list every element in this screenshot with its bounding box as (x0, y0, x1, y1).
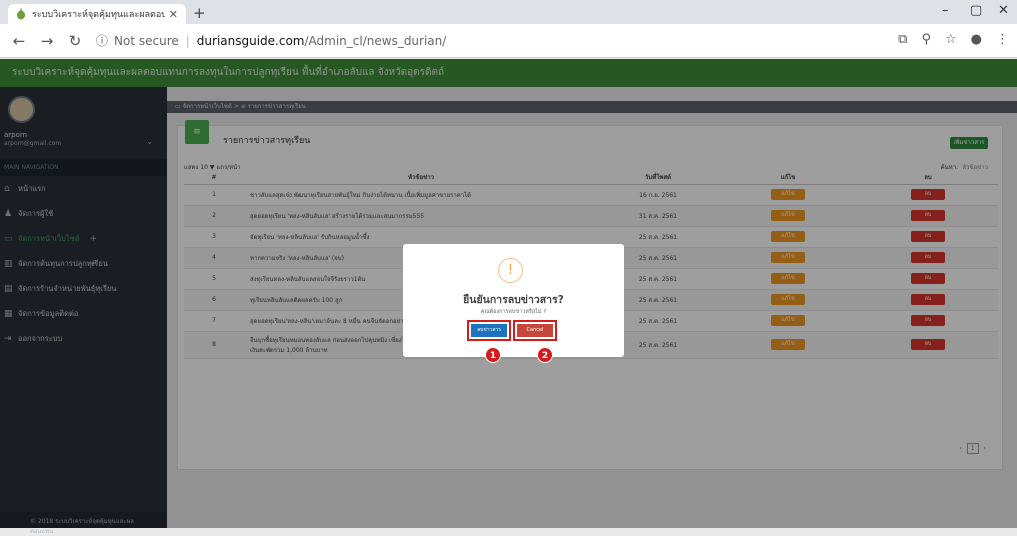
dialog-title: ยืนยันการลบข่าวสาร? (463, 294, 564, 306)
translate-icon[interactable]: ⧉ (898, 32, 907, 47)
new-tab-button[interactable]: + (193, 4, 206, 22)
window-close-button[interactable]: ✕ (998, 3, 1009, 18)
confirm-delete-button[interactable]: ลบข่าวสาร (467, 320, 511, 341)
tab-close-icon[interactable]: ✕ (169, 8, 178, 21)
profile-avatar-icon[interactable]: ● (971, 32, 982, 47)
tab-title: ระบบวิเคราะห์จุดคุ้มทุนและผลตอบแทน (32, 10, 165, 20)
url-host: duriansguide.com (196, 33, 305, 48)
not-secure-label: Not secure (114, 33, 179, 48)
window-maximize-button[interactable]: ▢ (970, 3, 982, 18)
url-separator: | (185, 33, 190, 48)
info-icon[interactable]: ⓘ (96, 32, 108, 49)
back-arrow-icon[interactable]: ← (10, 32, 28, 50)
bookmark-star-icon[interactable]: ☆ (945, 32, 957, 47)
address-bar-row: ← → ↻ ⓘ Not secure | duriansguide.com /A… (0, 24, 1017, 58)
url-field[interactable]: ⓘ Not secure | duriansguide.com /Admin_c… (96, 32, 446, 49)
menu-kebab-icon[interactable]: ⋮ (996, 32, 1009, 47)
browser-tab[interactable]: ระบบวิเคราะห์จุดคุ้มทุนและผลตอบแทน ✕ (8, 4, 186, 24)
annotation-badge-2: 2 (537, 347, 553, 363)
browser-tab-strip: ระบบวิเคราะห์จุดคุ้มทุนและผลตอบแทน ✕ + –… (0, 0, 1017, 24)
dialog-message: คุณต้องการลบข่าวหรือไม่ ? (480, 309, 547, 315)
cancel-button[interactable]: Cancel (513, 320, 557, 341)
warning-icon: ! (498, 258, 523, 283)
url-path: /Admin_cl/news_durian/ (304, 33, 447, 48)
annotation-badge-1: 1 (485, 347, 501, 363)
forward-arrow-icon[interactable]: → (38, 32, 56, 50)
confirm-delete-dialog: ! ยืนยันการลบข่าวสาร? คุณต้องการลบข่าวหร… (403, 244, 624, 357)
durian-favicon-icon (17, 8, 25, 20)
zoom-icon[interactable]: ⚲ (921, 32, 931, 47)
reload-icon[interactable]: ↻ (66, 32, 84, 50)
window-minimize-button[interactable]: – (942, 3, 949, 18)
browser-toolbar-icons: ⧉ ⚲ ☆ ● ⋮ (898, 32, 1009, 47)
